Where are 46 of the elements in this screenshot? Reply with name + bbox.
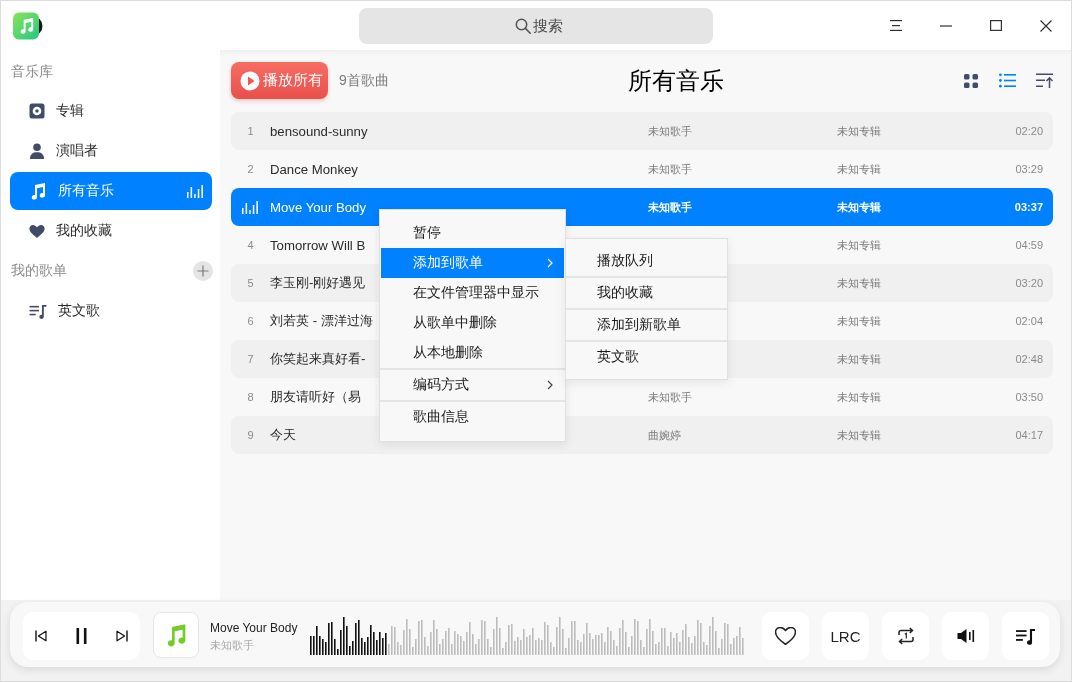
song-duration: 04:59: [1015, 239, 1043, 251]
album-name: 未知专辑: [837, 351, 881, 367]
album-name: 未知专辑: [837, 161, 881, 177]
track-number: 9: [247, 429, 254, 441]
album-name: 未知专辑: [837, 237, 881, 253]
track-number: 7: [247, 353, 254, 365]
song-duration: 03:29: [1015, 163, 1043, 175]
artist-name: 未知歌手: [648, 123, 692, 139]
song-title: 李玉刚-刚好遇见: [270, 274, 366, 292]
song-title: 朋友请听好（易: [270, 388, 361, 406]
artist-name: 未知歌手: [648, 161, 692, 177]
song-title: 你笑起来真好看-: [270, 350, 366, 368]
artist-name: 未知歌手: [648, 389, 692, 405]
song-duration: 02:04: [1015, 315, 1043, 327]
song-duration: 04:17: [1015, 429, 1043, 441]
album-name: 未知专辑: [837, 199, 881, 215]
sidebar-heading: 我的歌单: [11, 262, 67, 280]
now-playing-title: Move Your Body: [210, 621, 298, 635]
artist-name: 未知歌手: [648, 199, 692, 215]
track-number: 5: [247, 277, 254, 289]
album-name: 未知专辑: [837, 123, 881, 139]
song-title: bensound-sunny: [270, 123, 368, 139]
album-name: 未知专辑: [837, 313, 881, 329]
song-title: Tomorrow Will B: [270, 237, 366, 253]
song-title: Move Your Body: [270, 199, 367, 215]
track-number: 8: [247, 391, 254, 403]
song-duration: 02:48: [1015, 353, 1043, 365]
sidebar-heading: 音乐库: [11, 63, 53, 81]
song-duration: 03:50: [1015, 391, 1043, 403]
album-name: 未知专辑: [837, 275, 881, 291]
song-title: Dance Monkey: [270, 161, 358, 177]
track-number: 1: [247, 125, 254, 137]
track-number: 2: [247, 163, 254, 175]
album-name: 未知专辑: [837, 389, 881, 405]
now-playing-artist: 未知歌手: [210, 638, 254, 653]
song-duration: 03:20: [1015, 277, 1043, 289]
song-duration: 02:20: [1015, 125, 1043, 137]
page-title: 所有音乐: [626, 65, 725, 96]
track-number: 4: [247, 239, 254, 251]
song-title: 刘若英 - 漂洋过海: [270, 312, 373, 330]
artist-name: 曲婉婷: [648, 427, 681, 443]
song-duration: 03:37: [1014, 201, 1043, 213]
song-count: 9首歌曲: [339, 71, 389, 90]
track-number: 6: [247, 315, 254, 327]
song-title: 今天: [270, 426, 296, 444]
album-name: 未知专辑: [837, 427, 881, 443]
